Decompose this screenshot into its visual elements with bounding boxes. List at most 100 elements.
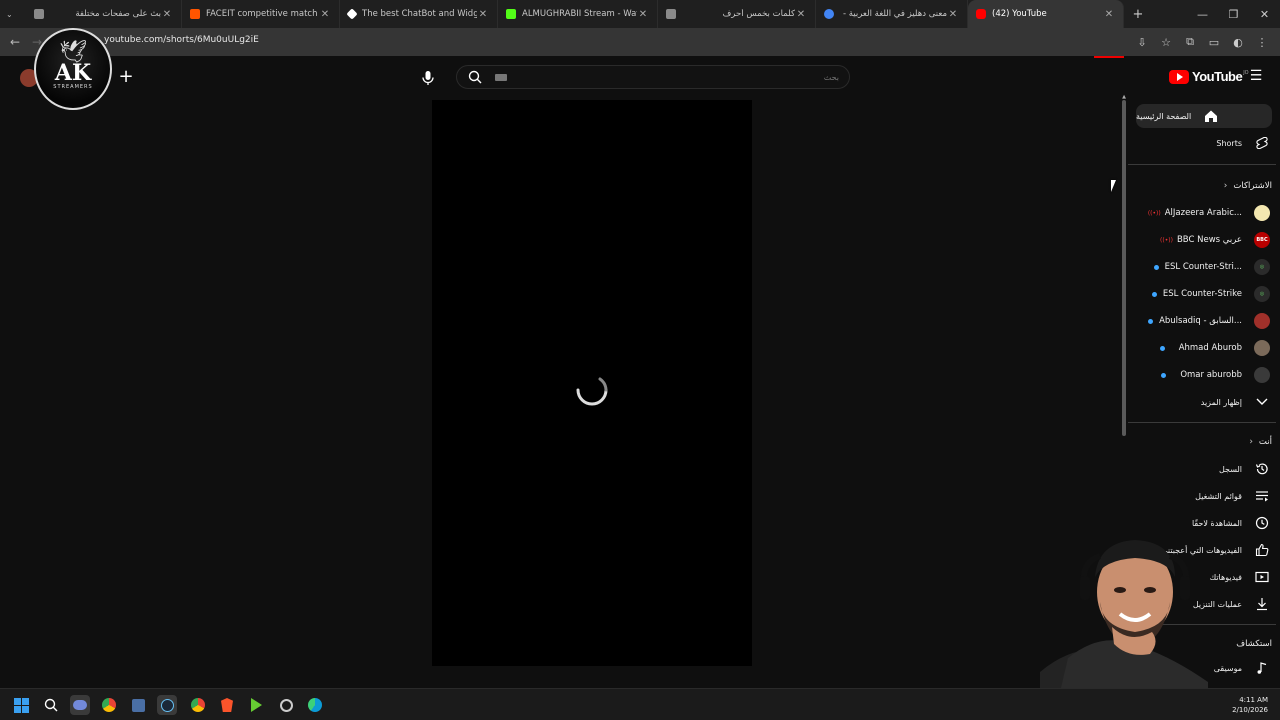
close-icon[interactable]: ✕ [795, 9, 807, 20]
browser-tab-strip: ⌄ بث على صفحات مختلفة ✕ FACEIT competiti… [0, 0, 1280, 28]
channel-avatar: ◎ [1252, 257, 1272, 277]
maximize-icon[interactable]: ❐ [1218, 0, 1249, 28]
show-more-button[interactable]: إظهار المزيد [1201, 390, 1272, 414]
clock-time: 4:11 AM [1239, 696, 1268, 704]
search-icon[interactable] [41, 695, 61, 715]
microphone-icon[interactable] [417, 67, 439, 89]
close-icon[interactable]: ✕ [1103, 9, 1115, 20]
sidebar-item-shorts[interactable]: Shorts [1216, 131, 1272, 155]
steam-icon[interactable] [157, 695, 177, 715]
divider [1128, 164, 1276, 165]
youtube-logo[interactable]: YouTube JO [1169, 69, 1249, 84]
close-icon[interactable]: ✕ [637, 9, 649, 20]
close-icon[interactable]: ✕ [319, 9, 331, 20]
tab-favicon [666, 9, 676, 19]
chevron-down-icon [1252, 392, 1272, 412]
loading-spinner-icon [576, 377, 608, 406]
like-icon [1252, 540, 1272, 560]
browser-tab[interactable]: ALMUGHRABII Stream - Watch ✕ [498, 0, 658, 28]
media-player-icon[interactable] [246, 695, 266, 715]
new-tab-button[interactable]: + [1124, 0, 1152, 28]
sidebar-item-label: الصفحة الرئيسية [1136, 111, 1192, 121]
tab-favicon [190, 9, 200, 19]
new-content-dot [1148, 318, 1154, 324]
sidebar-item-channel[interactable]: Abulsadiq - السابق... [1148, 309, 1272, 333]
address-bar[interactable]: youtube.com/shorts/6Mu0uULg2iE [104, 35, 259, 45]
close-icon[interactable]: ✕ [477, 9, 489, 20]
browser-tab[interactable]: FACEIT competitive match - FA ✕ [182, 0, 340, 28]
discord-icon[interactable] [70, 695, 90, 715]
divider [1128, 422, 1276, 423]
close-icon[interactable]: ✕ [947, 9, 959, 20]
browser-actions: ⇩ ☆ ⧉ ▭ ◐ ⋮ [1130, 31, 1274, 53]
section-title: استكشاف [1236, 639, 1272, 649]
system-clock[interactable]: 4:11 AM 2/10/2026 [1232, 695, 1268, 715]
tab-title: FACEIT competitive match - FA [206, 9, 319, 19]
you-header[interactable]: أنت ‹ [1249, 430, 1272, 454]
sidebar-item-channel[interactable]: BBC BBC News عربي ((•)) [1160, 228, 1272, 252]
search-input[interactable] [507, 71, 849, 83]
edge-icon[interactable] [305, 695, 325, 715]
bookmark-star-icon[interactable]: ☆ [1154, 31, 1178, 53]
brave-icon[interactable] [217, 695, 237, 715]
live-indicator-icon: ((•)) [1147, 210, 1161, 217]
chevron-left-icon: ‹ [1223, 181, 1228, 191]
channel-name: Abulsadiq - السابق... [1159, 316, 1242, 326]
channel-name: AlJazeera Arabic... [1164, 208, 1242, 218]
close-window-icon[interactable]: ✕ [1249, 0, 1280, 28]
subscriptions-header[interactable]: الاشتراكات ‹ [1224, 174, 1272, 198]
tab-title: كلمات بخمس أحرف [722, 9, 796, 19]
hamburger-menu-icon[interactable]: ☰ [1248, 69, 1264, 85]
sidebar-item-history[interactable]: السجل [1219, 457, 1272, 481]
sidebar-item-label: قوائم التشغيل [1195, 491, 1242, 501]
search-icon[interactable] [457, 65, 493, 89]
shorts-video-player[interactable] [432, 100, 752, 666]
close-icon[interactable]: ✕ [161, 9, 173, 20]
keyboard-icon[interactable] [495, 73, 507, 81]
profile-icon[interactable]: ◐ [1226, 31, 1250, 53]
sidebar-item-home[interactable]: الصفحة الرئيسية [1136, 104, 1272, 128]
sidebar-item-playlists[interactable]: قوائم التشغيل [1195, 484, 1272, 508]
sidebar-item-channel[interactable]: ◎ ESL Counter-Stri... [1153, 255, 1272, 279]
create-button[interactable]: + [116, 68, 136, 88]
sidebar-item-channel[interactable]: Ahmad Aburob [1159, 336, 1272, 360]
app-icon[interactable] [276, 695, 296, 715]
tab-title: معنى دهليز في اللغة العربية - بـ [840, 9, 947, 19]
channel-name: ESL Counter-Stri... [1164, 262, 1242, 272]
streamer-webcam-image [1040, 540, 1210, 692]
chrome-icon[interactable] [188, 695, 208, 715]
logo-main-text: AK [54, 60, 92, 86]
music-icon [1252, 658, 1272, 678]
tab-favicon [506, 9, 516, 19]
cast-icon[interactable]: ▭ [1202, 31, 1226, 53]
app-icon[interactable] [128, 695, 148, 715]
sidebar-item-label: السجل [1218, 464, 1242, 474]
search-box [456, 65, 850, 89]
channel-avatar [1252, 203, 1272, 223]
browser-tab[interactable]: بث على صفحات مختلفة ✕ [26, 0, 182, 28]
clock-date: 2/10/2026 [1232, 706, 1268, 714]
logo-text: YouTube [1192, 69, 1243, 84]
channel-avatar: ◎ [1252, 284, 1272, 304]
browser-tab[interactable]: كلمات بخمس أحرف ✕ [658, 0, 816, 28]
your-videos-icon [1252, 567, 1272, 587]
chrome-icon[interactable] [99, 695, 119, 715]
browser-tab-active[interactable]: (42) YouTube ✕ [968, 0, 1124, 28]
sidebar-item-label: المشاهدة لاحقًا [1191, 518, 1242, 528]
sidebar-item-channel[interactable]: AlJazeera Arabic... ((•)) [1147, 201, 1272, 225]
sidebar-item-channel[interactable]: ◎ ESL Counter-Strike [1151, 282, 1272, 306]
back-arrow-icon[interactable]: ← [4, 31, 26, 53]
install-app-icon[interactable]: ⇩ [1130, 31, 1154, 53]
browser-tab[interactable]: معنى دهليز في اللغة العربية - بـ ✕ [816, 0, 968, 28]
more-menu-icon[interactable]: ⋮ [1250, 31, 1274, 53]
sidebar-item-channel[interactable]: Omar aburobb [1161, 363, 1272, 387]
sidebar-scrollbar[interactable] [1122, 100, 1126, 436]
tab-list-button[interactable]: ⌄ [0, 0, 26, 28]
sidebar-item-label: إظهار المزيد [1200, 397, 1242, 407]
windows-start-icon[interactable] [11, 695, 31, 715]
chevron-down-icon: ⌄ [6, 9, 13, 19]
minimize-icon[interactable]: — [1187, 0, 1218, 28]
history-icon [1252, 459, 1272, 479]
browser-tab[interactable]: The best ChatBot and Widgets ✕ [340, 0, 498, 28]
extensions-icon[interactable]: ⧉ [1178, 31, 1202, 53]
